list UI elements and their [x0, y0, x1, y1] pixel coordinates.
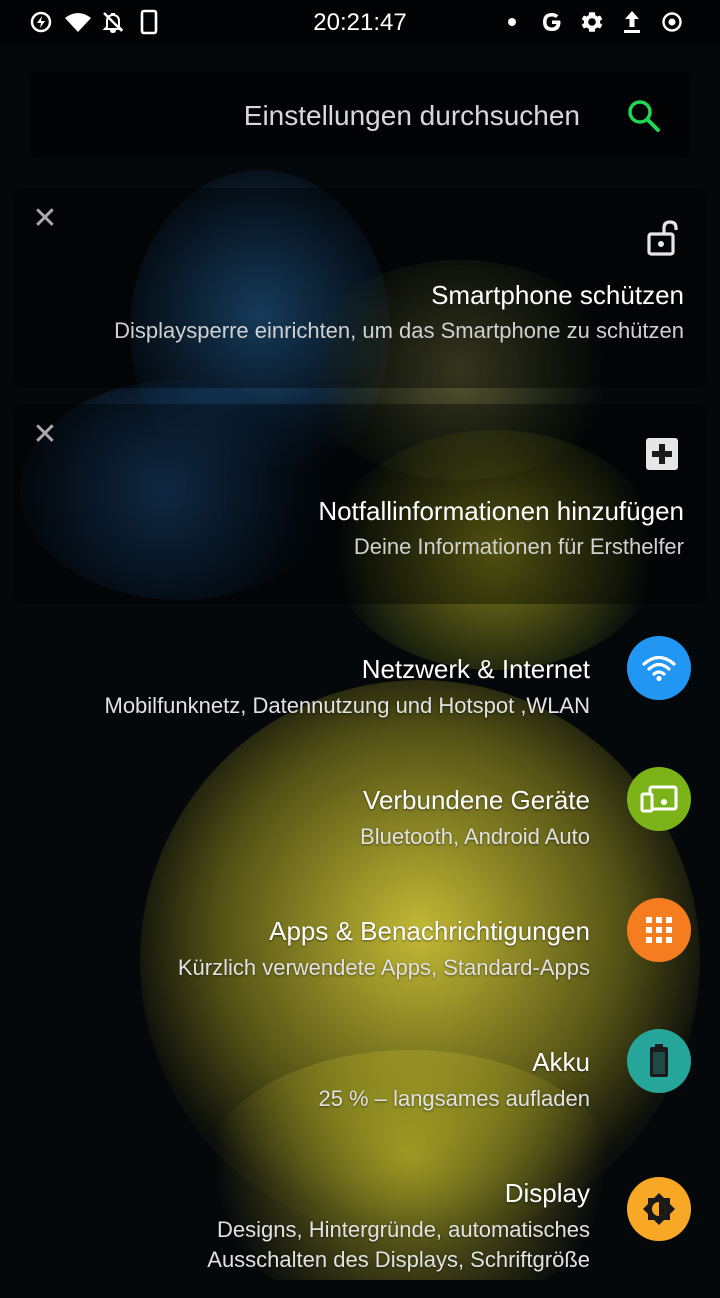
- medical-plus-icon: [642, 434, 682, 474]
- settings-item-network[interactable]: Netzwerk & Internet Mobilfunknetz, Daten…: [0, 636, 720, 774]
- wifi-icon: [627, 636, 691, 700]
- apps-grid-icon: [627, 898, 691, 962]
- settings-item-display[interactable]: Display Designs, Hintergründe, automatis…: [0, 1177, 720, 1298]
- close-icon[interactable]: ✕: [32, 204, 58, 234]
- search-placeholder[interactable]: Einstellungen durchsuchen: [244, 100, 580, 132]
- settings-item-subtitle: Mobilfunknetz, Datennutzung und Hotspot …: [104, 693, 591, 718]
- dot-icon: [498, 8, 526, 36]
- upload-icon: [618, 8, 646, 36]
- settings-item-apps[interactable]: Apps & Benachrichtigungen Kürzlich verwe…: [0, 898, 720, 1036]
- search-bar[interactable]: Einstellungen durchsuchen: [30, 72, 690, 158]
- settings-item-title: Netzwerk & Internet: [361, 654, 590, 684]
- close-icon[interactable]: ✕: [32, 420, 58, 450]
- clock: 20:21:47: [313, 9, 407, 36]
- google-icon: [538, 8, 566, 36]
- unlock-icon: [642, 218, 682, 258]
- settings-item-subtitle: Designs, Hintergründe, automatisches Aus…: [207, 1217, 590, 1272]
- gear-icon: [578, 8, 606, 36]
- settings-item-title: Akku: [532, 1047, 590, 1077]
- record-icon: [658, 8, 686, 36]
- battery-icon: [627, 1029, 691, 1093]
- settings-item-connected-devices[interactable]: Verbundene Geräte Bluetooth, Android Aut…: [0, 767, 720, 905]
- search-icon[interactable]: [624, 96, 664, 136]
- brightness-icon: [627, 1177, 691, 1241]
- settings-item-subtitle: Bluetooth, Android Auto: [360, 824, 590, 849]
- suggestion-subtitle: Displaysperre einrichten, um das Smartph…: [114, 318, 684, 343]
- settings-item-title: Apps & Benachrichtigungen: [269, 916, 590, 946]
- settings-item-subtitle: Kürzlich verwendete Apps, Standard-Apps: [177, 955, 590, 980]
- suggestion-card-emergency-info[interactable]: ✕ Notfallinformationen hinzufügen Deine …: [14, 404, 706, 604]
- settings-item-subtitle: 25 % – langsames aufladen: [318, 1086, 590, 1111]
- settings-item-title: Verbundene Geräte: [363, 785, 590, 815]
- settings-item-title: Display: [504, 1178, 590, 1208]
- status-bar: 20:21:47: [0, 0, 720, 44]
- suggestion-subtitle: Deine Informationen für Ersthelfer: [353, 534, 684, 559]
- settings-item-battery[interactable]: Akku 25 % – langsames aufladen: [0, 1029, 720, 1167]
- devices-icon: [627, 767, 691, 831]
- suggestion-card-screen-lock[interactable]: ✕ Smartphone schützen Displaysperre einr…: [14, 188, 706, 388]
- suggestion-title: Smartphone schützen: [431, 280, 684, 310]
- suggestion-title: Notfallinformationen hinzufügen: [318, 496, 684, 526]
